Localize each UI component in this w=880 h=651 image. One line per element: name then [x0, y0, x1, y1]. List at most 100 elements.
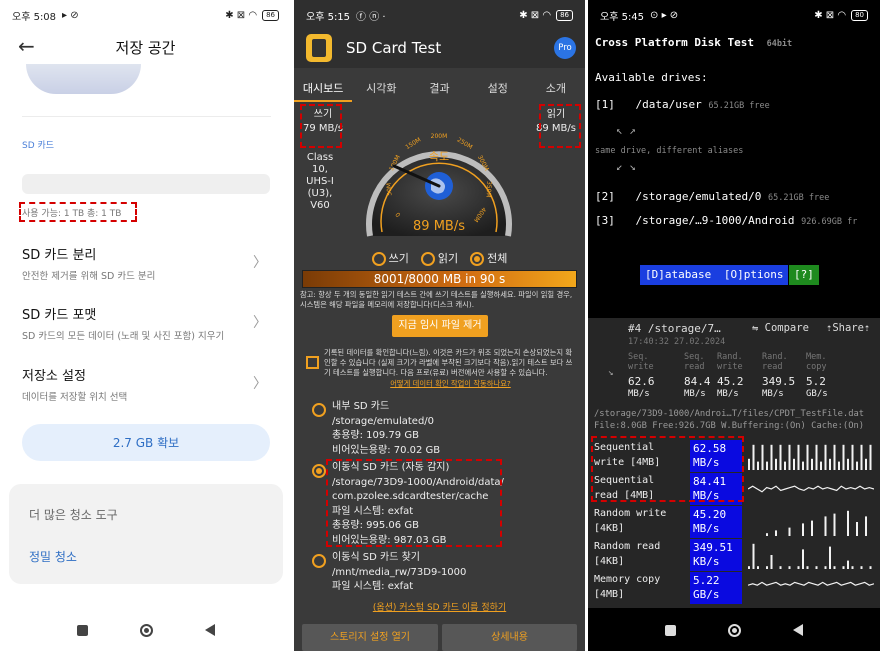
share-button[interactable]: ⇡Share⇡ — [826, 322, 870, 334]
status-bar: 오후 5:15 ⓕ ⓝ · ✱ ⊠ ◠ 86 — [294, 0, 585, 30]
sparkline-bar — [770, 444, 773, 470]
test-mode-radios: 쓰기 읽기 전체 — [294, 250, 585, 266]
compare-button[interactable]: ⇋ Compare — [752, 322, 809, 334]
radio-label: 쓰기 — [388, 252, 409, 265]
sparkline-bar — [797, 444, 800, 470]
drive-row-2[interactable]: [2] /storage/emulated/0 65.21GB free — [595, 190, 829, 203]
tab-about[interactable]: 소개 — [527, 76, 585, 102]
stat-value-line: 84.4 — [684, 375, 711, 388]
stat-value-line: MB/s — [762, 389, 784, 399]
sparkline-bar — [869, 566, 872, 569]
free-up-button[interactable]: 2.7 GB 확보 — [22, 424, 270, 461]
result-sparkline — [748, 543, 872, 569]
storage-option-internal[interactable]: 내부 SD 카드 /storage/emulated/0 총용량: 109.79… — [312, 400, 577, 458]
item-title: 저장소 설정 — [22, 369, 86, 384]
stat-label: Mem. copy — [806, 352, 826, 372]
drive-number: [3] — [595, 214, 615, 227]
sparkline-bar — [842, 566, 845, 569]
deep-clean-link[interactable]: 정밀 청소 — [29, 548, 77, 565]
verify-description: 기록된 데이터를 확인합니다(느림). 이것은 카드가 위조 되었는지 손상되었… — [324, 348, 577, 389]
format-sd-item[interactable]: SD 카드 포맷 SD 카드의 모든 데이터 (노래 및 사진 포함) 지우기 … — [22, 304, 271, 342]
options-button[interactable]: [O]ptions — [724, 268, 784, 281]
help-button[interactable]: [?] — [789, 265, 819, 285]
stat-value-line: 62.6 — [628, 375, 655, 388]
progress-bar: 8001/8000 MB in 90 s — [302, 270, 577, 288]
header: ← 저장 공간 — [0, 30, 291, 66]
stat-label-line: write — [717, 362, 743, 372]
sparkline-bar — [748, 458, 750, 470]
tab-visualization[interactable]: 시각화 — [352, 76, 410, 102]
radio-write[interactable]: 쓰기 — [371, 250, 409, 266]
gauge-tick-label: 150M — [404, 136, 422, 151]
stat-value-line: 349.5 — [762, 375, 796, 388]
item-title: SD 카드 포맷 — [22, 308, 97, 323]
back-icon[interactable] — [204, 624, 215, 636]
sparkline-path — [748, 581, 874, 586]
result-sparkline — [766, 510, 867, 536]
class-line: (U3), — [307, 188, 333, 199]
radio-all[interactable]: 전체 — [470, 250, 507, 266]
sparkline-bar — [752, 444, 755, 470]
details-button[interactable]: 상세내용 — [442, 624, 577, 651]
storage-settings-item[interactable]: 저장소 설정 데이터를 저장할 위치 선택 〉 — [22, 365, 271, 403]
database-button[interactable]: [D]atabase — [645, 268, 711, 281]
recents-icon[interactable] — [665, 624, 676, 636]
result-title: #4 /storage/7… — [628, 322, 721, 335]
back-icon[interactable] — [793, 624, 803, 636]
option-line: 이동식 SD 카드 찾기 — [332, 552, 420, 563]
stat-value-line: MB/s — [628, 389, 650, 399]
sparkline-bar — [797, 566, 800, 569]
stat-value: 84.4 MB/s — [684, 376, 711, 400]
drive-row-3[interactable]: [3] /storage/…9-1000/Android 926.69GB fr — [595, 214, 857, 227]
stat-label: Seq. read — [684, 352, 704, 372]
sparkline-bar — [869, 444, 872, 470]
chevron-right-icon: 〉 — [253, 255, 267, 271]
unmount-sd-item[interactable]: SD 카드 분리 안전한 제거를 위해 SD 카드 분리 〉 — [22, 244, 271, 282]
status-time: 오후 5:15 — [306, 11, 351, 23]
option-line: 내부 SD 카드 — [332, 401, 390, 412]
drive-row-1[interactable]: [1] /data/user 65.21GB free — [595, 98, 770, 111]
sparkline-bar — [757, 566, 759, 569]
storage-illustration — [26, 64, 141, 94]
custom-name-link[interactable]: (옵션) 커스텀 SD 카드 이름 정하기 — [294, 600, 585, 613]
app-title-text: Cross Platform Disk Test — [595, 36, 754, 49]
verify-help-link[interactable]: 어떻게 데이터 확인 작업이 작동하나요? — [324, 379, 577, 389]
tab-results[interactable]: 결과 — [410, 76, 468, 102]
sparkline-bar — [784, 461, 786, 470]
open-storage-settings-button[interactable]: 스토리지 설정 열기 — [302, 624, 438, 651]
result-label-line: Memory copy — [594, 574, 661, 585]
pro-badge[interactable]: Pro — [554, 37, 576, 59]
radio-circle — [420, 252, 435, 266]
tab-settings[interactable]: 설정 — [469, 76, 527, 102]
recents-icon[interactable] — [76, 624, 88, 636]
verify-checkbox[interactable] — [306, 356, 319, 369]
radio-read[interactable]: 읽기 — [420, 250, 458, 266]
storage-option-find[interactable]: 이동식 SD 카드 찾기 /mnt/media_rw/73D9-1000 파일 … — [312, 551, 577, 595]
highlight-box — [591, 436, 744, 502]
remove-temp-files-button[interactable]: 지금 임시 파일 제거 — [392, 315, 488, 337]
sparkline-bar — [847, 560, 849, 569]
notification-icons: ⊙ ▸ ⊘ — [650, 9, 679, 21]
sparkline-bar — [779, 444, 782, 470]
home-icon[interactable] — [139, 623, 153, 637]
result-sparkline — [748, 581, 874, 586]
sparkline-bar — [833, 444, 836, 470]
stat-value-line: 5.2 — [806, 375, 826, 388]
sparkline-bar — [851, 566, 854, 569]
sparkline-bar — [806, 444, 809, 470]
sparkline-bar — [860, 566, 863, 569]
result-value-line: GB/s — [693, 588, 720, 601]
home-icon[interactable] — [728, 623, 741, 637]
gauge-label: 속도 — [429, 150, 449, 163]
status-time: 오후 5:45 — [600, 11, 645, 23]
result-label: Memory copy [4MB] — [594, 572, 660, 602]
speed-gauge: 050M100M150M 200M 250M300M350M400M 속도 89 M… — [366, 133, 512, 237]
sparkline-bar — [788, 566, 791, 569]
tab-dashboard[interactable]: 대시보드 — [294, 76, 353, 102]
sd-card-test-panel: 오후 5:15 ⓕ ⓝ · ✱ ⊠ ◠ 86 SD Card Test Pro … — [294, 0, 585, 651]
sparkline-bar — [793, 458, 795, 470]
item-subtitle: SD 카드의 모든 데이터 (노래 및 사진 포함) 지우기 — [22, 331, 225, 342]
sparkline-bar — [860, 444, 863, 470]
sparkline-bar — [775, 458, 777, 470]
result-timestamp: 17:40:32 27.02.2024 — [628, 337, 726, 347]
